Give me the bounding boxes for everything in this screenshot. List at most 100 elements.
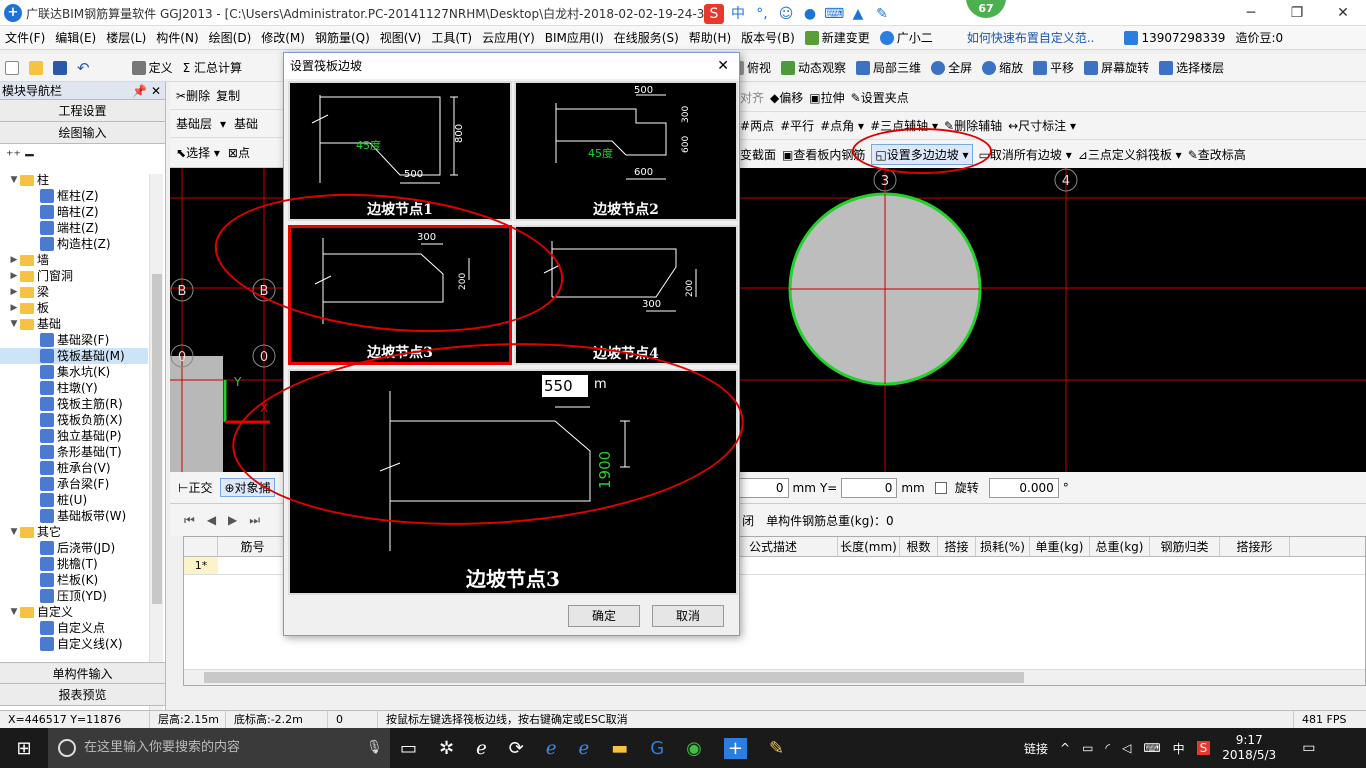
ie2-icon[interactable]: ℯ [579, 738, 590, 759]
menu-floor[interactable]: 楼层(L) [101, 26, 151, 49]
help-link[interactable]: 如何快速布置自定义范.. [962, 26, 1100, 49]
new-file-icon[interactable] [0, 54, 24, 81]
menu-cloud[interactable]: 云应用(Y) [477, 26, 540, 49]
save-icon[interactable] [48, 54, 72, 81]
tree-node[interactable]: 集水坑(K) [0, 364, 148, 380]
notification-icon[interactable]: ▭ [1302, 740, 1315, 756]
expand-icon[interactable]: ▶ [8, 300, 20, 316]
menu-edit[interactable]: 编辑(E) [50, 26, 101, 49]
tree-node[interactable]: 端柱(Z) [0, 220, 148, 236]
windows-start-icon[interactable]: ⊞ [0, 738, 48, 759]
notification-badge[interactable]: 67 [966, 0, 1006, 18]
menu-draw[interactable]: 绘图(D) [204, 26, 257, 49]
network-icon[interactable]: ▭ [1082, 741, 1093, 755]
menu-file[interactable]: 文件(F) [0, 26, 50, 49]
select-floor-button[interactable]: 选择楼层 [1154, 54, 1229, 81]
three-point-slope-raft-button[interactable]: ⊿三点定义斜筏板 ▾ [1078, 146, 1182, 163]
report-preview-button[interactable]: 报表预览 [0, 684, 165, 706]
ok-button[interactable]: 确定 [568, 605, 640, 627]
dynamic-observe-button[interactable]: 动态观察 [776, 54, 851, 81]
menu-modify[interactable]: 修改(M) [256, 26, 310, 49]
ime-lang-icon[interactable]: 中 [728, 4, 748, 24]
nav-first-icon[interactable]: ⏮ [184, 513, 195, 528]
keyboard-tray-icon[interactable]: ⌨ [1143, 741, 1160, 755]
user-account[interactable]: 13907298339 [1119, 26, 1230, 49]
lang-label[interactable]: 中 [1173, 740, 1185, 757]
undo-icon[interactable]: ↶ [72, 54, 95, 81]
tree-node[interactable]: 筏板基础(M) [0, 348, 148, 364]
menu-version[interactable]: 版本号(B) [736, 26, 800, 49]
dimension-button[interactable]: ↔尺寸标注 ▾ [1008, 117, 1076, 134]
volume-icon[interactable]: ◁ [1122, 741, 1131, 755]
new-change-button[interactable]: 新建变更 [800, 26, 875, 49]
tree-node[interactable]: 框柱(Z) [0, 188, 148, 204]
guang-xiaoer-button[interactable]: 广小二 [875, 26, 938, 49]
parallel-button[interactable]: #平行 [780, 117, 814, 134]
wifi-icon[interactable]: ◜ [1105, 741, 1110, 755]
define-button[interactable]: 定义 [127, 54, 178, 81]
drawing-input-button[interactable]: 绘图输入 [0, 122, 165, 144]
punct-icon[interactable]: °, [752, 4, 772, 24]
close-icon[interactable]: ✕ [1320, 0, 1366, 26]
variable-section-button[interactable]: 变截面 [740, 146, 776, 163]
tree-node[interactable]: ▶ 门窗洞 [0, 268, 148, 284]
notepad-app-icon[interactable]: ✎ [769, 738, 784, 759]
select-button[interactable]: ⬉选择 ▾ [176, 144, 220, 161]
tree-node[interactable]: 桩承台(V) [0, 460, 148, 476]
pinwheel-icon[interactable]: ✲ [439, 738, 454, 759]
dialog-close-icon[interactable]: ✕ [717, 53, 739, 79]
tree-node[interactable]: ▶ 梁 [0, 284, 148, 300]
emoji-icon[interactable]: ☺ [776, 4, 796, 24]
expand-icon[interactable]: ▶ [8, 252, 20, 268]
green-app-icon[interactable]: ◉ [686, 738, 702, 759]
restore-icon[interactable]: ❐ [1274, 0, 1320, 26]
ie-icon[interactable]: ℯ [476, 738, 487, 759]
link-label[interactable]: 链接 [1024, 740, 1048, 757]
wrench-icon[interactable]: ✎ [872, 4, 892, 24]
tree-node[interactable]: 栏板(K) [0, 572, 148, 588]
collapse-icon[interactable]: ▼ [8, 316, 20, 332]
tree-node[interactable]: 筏板主筋(R) [0, 396, 148, 412]
slope-node-2-panel[interactable]: 500 300 600 45度 600 边坡节点2 [514, 81, 738, 221]
tree-node[interactable]: 独立基础(P) [0, 428, 148, 444]
component-tree[interactable]: ▼ 柱框柱(Z) 暗柱(Z) 端柱(Z) 构造柱(Z) ▶ 墙 ▶ 门窗洞 ▶ 梁 ▶ 板 ▼ 基础 基础梁(… [0, 172, 148, 742]
tree-scrollbar[interactable] [149, 174, 163, 740]
ime-toolbar[interactable]: S 中 °, ☺ ● ⌨ ▲ ✎ [704, 3, 914, 25]
fullscreen-button[interactable]: 全屏 [926, 54, 977, 81]
collapse-icon[interactable]: ▼ [8, 524, 20, 540]
rotate-input[interactable]: 0.000 [988, 477, 1059, 498]
pin-close-icon[interactable]: 📌 ✕ [132, 82, 165, 100]
swirl-icon[interactable]: ⟳ [509, 738, 524, 759]
screen-rotate-button[interactable]: 屏幕旋转 [1079, 54, 1154, 81]
rotate-checkbox[interactable] [934, 481, 947, 494]
menu-help[interactable]: 帮助(H) [684, 26, 736, 49]
menu-view[interactable]: 视图(V) [375, 26, 427, 49]
clock[interactable]: 9:17 2018/5/3 [1222, 733, 1276, 763]
collapse-icon[interactable]: ▼ [8, 604, 20, 620]
tree-node[interactable]: 压顶(YD) [0, 588, 148, 604]
open-folder-icon[interactable] [24, 54, 48, 81]
floor-type-select[interactable]: 基础 [234, 115, 258, 132]
single-component-button[interactable]: 单构件输入 [0, 662, 165, 684]
tree-node[interactable]: ▼ 其它 [0, 524, 148, 540]
copy-button[interactable]: 复制 [216, 87, 240, 104]
nav-last-icon[interactable]: ⏭ [249, 513, 260, 528]
mic-icon[interactable]: ● [800, 4, 820, 24]
tree-node[interactable]: 承台梁(F) [0, 476, 148, 492]
floor-select[interactable]: 基础层 [176, 115, 212, 132]
tree-node[interactable]: 挑檐(T) [0, 556, 148, 572]
menu-rebar[interactable]: 钢筋量(Q) [310, 26, 375, 49]
expand-icon[interactable]: ▶ [8, 268, 20, 284]
mic-taskbar-icon[interactable]: 🎙 [366, 728, 383, 768]
zoom-button[interactable]: 缩放 [977, 54, 1028, 81]
tree-node[interactable]: 自定义线(X) [0, 636, 148, 652]
tree-node[interactable]: 后浇带(JD) [0, 540, 148, 556]
set-grip-button[interactable]: ✎设置夹点 [851, 89, 909, 106]
pan-button[interactable]: 平移 [1028, 54, 1079, 81]
table-hscrollbar[interactable] [184, 669, 1365, 685]
tree-node[interactable]: ▼ 基础 [0, 316, 148, 332]
align-button[interactable]: 对齐 [740, 89, 764, 106]
edge-icon[interactable]: ℯ [546, 738, 557, 759]
menu-online[interactable]: 在线服务(S) [609, 26, 684, 49]
tree-node[interactable]: 自定义点 [0, 620, 148, 636]
